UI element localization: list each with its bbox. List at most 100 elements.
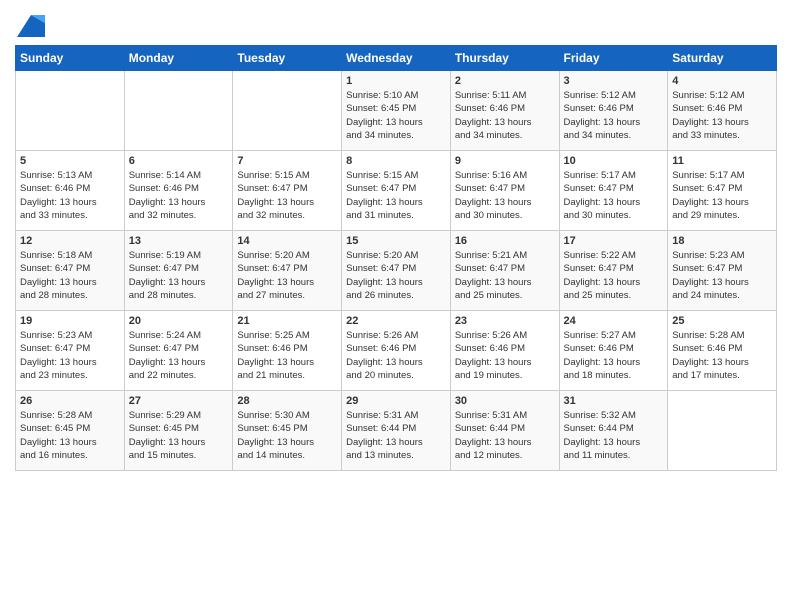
sun-time: Sunrise: 5:14 AM <box>129 170 201 181</box>
calendar-cell: 1Sunrise: 5:10 AMSunset: 6:45 PMDaylight… <box>342 71 451 151</box>
day-number: 4 <box>672 75 772 87</box>
day-info: Sunrise: 5:15 AMSunset: 6:47 PMDaylight:… <box>346 169 446 222</box>
daylight-hours: Daylight: 13 hours <box>455 277 532 288</box>
sun-time: Sunset: 6:47 PM <box>237 183 307 194</box>
daylight-hours: Daylight: 13 hours <box>20 197 97 208</box>
sun-time: Sunrise: 5:10 AM <box>346 90 418 101</box>
daylight-hours: Daylight: 13 hours <box>672 117 749 128</box>
sun-time: and 26 minutes. <box>346 290 414 301</box>
sun-time: Sunset: 6:45 PM <box>20 423 90 434</box>
sun-time: Sunset: 6:47 PM <box>237 263 307 274</box>
day-number: 12 <box>20 235 120 247</box>
sun-time: Sunset: 6:47 PM <box>455 263 525 274</box>
sun-time: Sunset: 6:46 PM <box>672 103 742 114</box>
day-number: 9 <box>455 155 555 167</box>
daylight-hours: Daylight: 13 hours <box>346 117 423 128</box>
sun-time: and 16 minutes. <box>20 450 88 461</box>
daylight-hours: Daylight: 13 hours <box>129 277 206 288</box>
sun-time: and 20 minutes. <box>346 370 414 381</box>
day-number: 10 <box>564 155 664 167</box>
calendar-cell: 9 Sunrise: 5:16 AMSunset: 6:47 PMDaylight… <box>450 151 559 231</box>
column-header-friday: Friday <box>559 46 668 71</box>
day-number: 15 <box>346 235 446 247</box>
sun-time: Sunrise: 5:24 AM <box>129 330 201 341</box>
daylight-hours: Daylight: 13 hours <box>129 197 206 208</box>
day-number: 23 <box>455 315 555 327</box>
calendar-cell: 28 Sunrise: 5:30 AMSunset: 6:45 PMDayligh… <box>233 391 342 471</box>
calendar-cell: 2 Sunrise: 5:11 AMSunset: 6:46 PMDaylight… <box>450 71 559 151</box>
sun-time: Sunset: 6:46 PM <box>672 343 742 354</box>
calendar-cell <box>16 71 125 151</box>
calendar-cell: 22Sunrise: 5:26 AMSunset: 6:46 PMDayligh… <box>342 311 451 391</box>
column-header-monday: Monday <box>124 46 233 71</box>
calendar-cell: 29Sunrise: 5:31 AMSunset: 6:44 PMDayligh… <box>342 391 451 471</box>
sun-time: and 19 minutes. <box>455 370 523 381</box>
day-info: Sunrise: 5:32 AMSunset: 6:44 PMDaylight:… <box>564 409 664 462</box>
calendar-week-row: 19Sunrise: 5:23 AMSunset: 6:47 PMDayligh… <box>16 311 777 391</box>
calendar-table: SundayMondayTuesdayWednesdayThursdayFrid… <box>15 45 777 471</box>
calendar-cell <box>124 71 233 151</box>
daylight-hours: Daylight: 13 hours <box>455 357 532 368</box>
day-number: 25 <box>672 315 772 327</box>
calendar-cell: 20Sunrise: 5:24 AMSunset: 6:47 PMDayligh… <box>124 311 233 391</box>
day-info: Sunrise: 5:13 AMSunset: 6:46 PMDaylight:… <box>20 169 120 222</box>
day-number: 5 <box>20 155 120 167</box>
day-info: Sunrise: 5:30 AMSunset: 6:45 PMDaylight:… <box>237 409 337 462</box>
calendar-week-row: 1Sunrise: 5:10 AMSunset: 6:45 PMDaylight… <box>16 71 777 151</box>
sun-time: Sunrise: 5:32 AM <box>564 410 636 421</box>
daylight-hours: Daylight: 13 hours <box>346 277 423 288</box>
calendar-cell: 30Sunrise: 5:31 AMSunset: 6:44 PMDayligh… <box>450 391 559 471</box>
daylight-hours: Daylight: 13 hours <box>237 357 314 368</box>
sun-time: Sunset: 6:47 PM <box>672 263 742 274</box>
day-info: Sunrise: 5:11 AMSunset: 6:46 PMDaylight:… <box>455 89 555 142</box>
calendar-week-row: 26Sunrise: 5:28 AMSunset: 6:45 PMDayligh… <box>16 391 777 471</box>
day-number: 2 <box>455 75 555 87</box>
daylight-hours: Daylight: 13 hours <box>672 277 749 288</box>
sun-time: and 30 minutes. <box>564 210 632 221</box>
sun-time: Sunrise: 5:29 AM <box>129 410 201 421</box>
sun-time: Sunset: 6:45 PM <box>129 423 199 434</box>
sun-time: and 32 minutes. <box>237 210 305 221</box>
day-number: 21 <box>237 315 337 327</box>
sun-time: and 34 minutes. <box>455 130 523 141</box>
sun-time: Sunrise: 5:15 AM <box>237 170 309 181</box>
calendar-cell: 27Sunrise: 5:29 AMSunset: 6:45 PMDayligh… <box>124 391 233 471</box>
day-info: Sunrise: 5:16 AMSunset: 6:47 PMDaylight:… <box>455 169 555 222</box>
sun-time: Sunrise: 5:28 AM <box>20 410 92 421</box>
day-info: Sunrise: 5:12 AMSunset: 6:46 PMDaylight:… <box>672 89 772 142</box>
sun-time: Sunset: 6:47 PM <box>346 183 416 194</box>
sun-time: Sunset: 6:46 PM <box>129 183 199 194</box>
day-info: Sunrise: 5:25 AMSunset: 6:46 PMDaylight:… <box>237 329 337 382</box>
sun-time: and 34 minutes. <box>564 130 632 141</box>
sun-time: Sunset: 6:44 PM <box>564 423 634 434</box>
sun-time: Sunset: 6:46 PM <box>564 103 634 114</box>
sun-time: Sunrise: 5:31 AM <box>455 410 527 421</box>
day-info: Sunrise: 5:18 AMSunset: 6:47 PMDaylight:… <box>20 249 120 302</box>
sun-time: Sunrise: 5:21 AM <box>455 250 527 261</box>
column-header-thursday: Thursday <box>450 46 559 71</box>
page-header <box>15 10 777 37</box>
day-number: 31 <box>564 395 664 407</box>
day-number: 28 <box>237 395 337 407</box>
day-number: 27 <box>129 395 229 407</box>
daylight-hours: Daylight: 13 hours <box>237 437 314 448</box>
sun-time: and 33 minutes. <box>672 130 740 141</box>
day-number: 18 <box>672 235 772 247</box>
day-number: 11 <box>672 155 772 167</box>
calendar-cell: 17Sunrise: 5:22 AMSunset: 6:47 PMDayligh… <box>559 231 668 311</box>
day-number: 8 <box>346 155 446 167</box>
sun-time: Sunrise: 5:22 AM <box>564 250 636 261</box>
sun-time: and 14 minutes. <box>237 450 305 461</box>
sun-time: Sunrise: 5:12 AM <box>564 90 636 101</box>
calendar-cell: 23Sunrise: 5:26 AMSunset: 6:46 PMDayligh… <box>450 311 559 391</box>
day-info: Sunrise: 5:17 AMSunset: 6:47 PMDaylight:… <box>564 169 664 222</box>
sun-time: Sunset: 6:47 PM <box>20 343 90 354</box>
day-number: 7 <box>237 155 337 167</box>
day-number: 1 <box>346 75 446 87</box>
sun-time: Sunset: 6:44 PM <box>346 423 416 434</box>
sun-time: Sunrise: 5:17 AM <box>672 170 744 181</box>
sun-time: Sunrise: 5:28 AM <box>672 330 744 341</box>
sun-time: Sunset: 6:46 PM <box>455 343 525 354</box>
sun-time: Sunset: 6:47 PM <box>564 263 634 274</box>
day-number: 14 <box>237 235 337 247</box>
